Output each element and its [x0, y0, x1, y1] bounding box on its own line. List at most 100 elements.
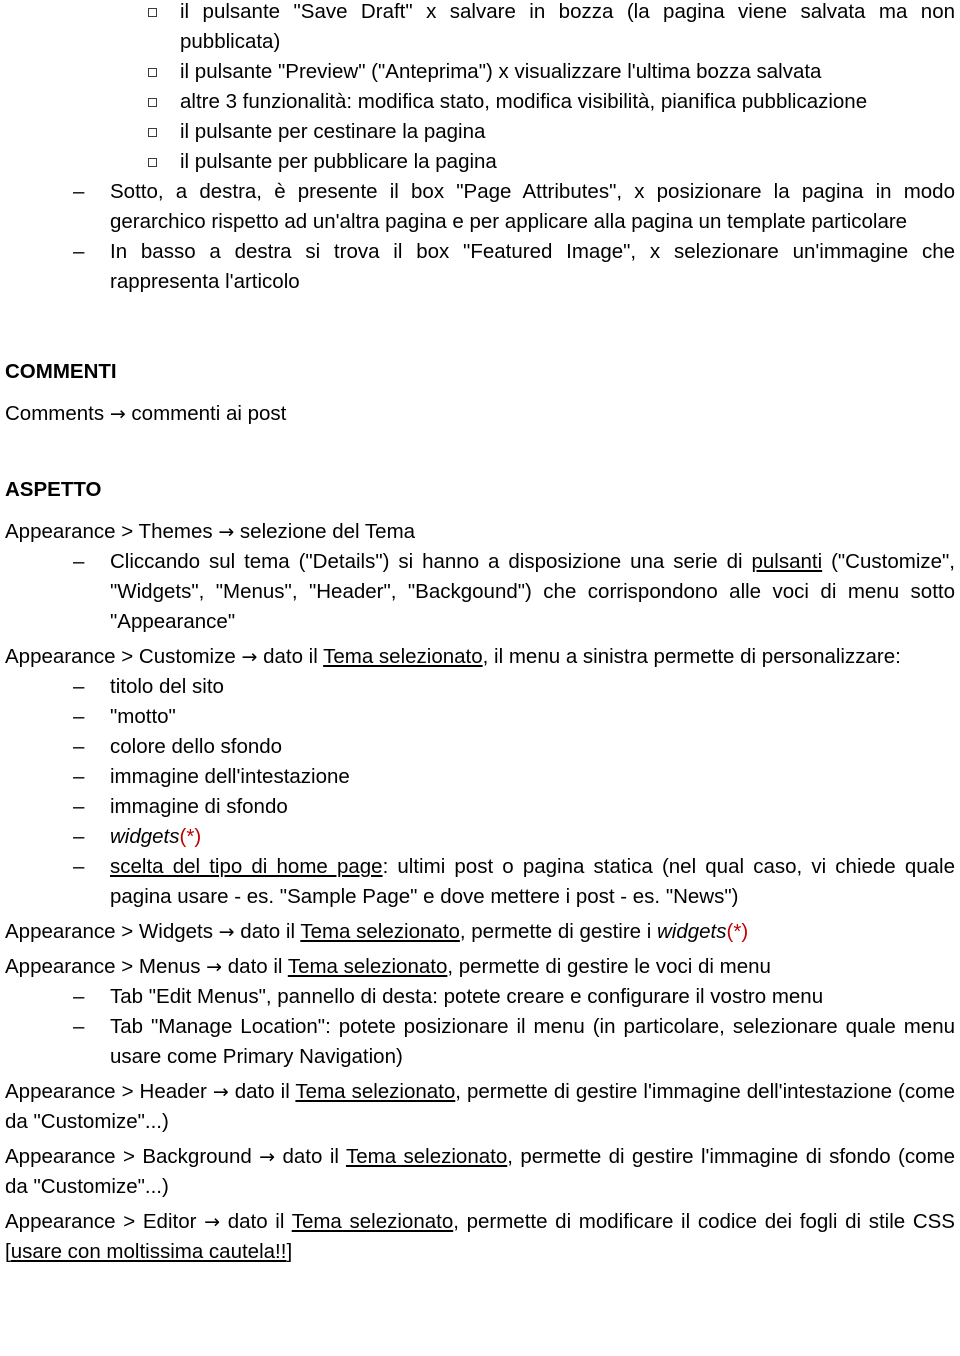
menus-before: Appearance > Menus	[5, 955, 207, 978]
customize-after: , il menu a sinistra permette di persona…	[482, 645, 901, 668]
customize-mid: dato il	[257, 645, 324, 668]
list-item-text: In basso a destra si trova il box "Featu…	[110, 240, 955, 293]
arrow-icon: →	[241, 646, 258, 668]
editor-mid: dato il	[220, 1210, 292, 1233]
themes-bullet-part1: Cliccando sul tema ("Details") si hanno …	[110, 550, 752, 573]
widgets-underlined: Tema selezionato	[300, 920, 460, 943]
aspetto-widgets-line: Appearance > Widgets → dato il Tema sele…	[5, 917, 955, 947]
homepage-underlined: scelta del tipo di home page	[110, 855, 383, 878]
commenti-after: commenti ai post	[125, 402, 287, 425]
editor-caution-underlined: usare con moltissima cautela!!	[10, 1240, 287, 1263]
customize-underlined: Tema selezionato	[323, 645, 483, 668]
arrow-icon: →	[206, 956, 223, 978]
background-before: Appearance > Background	[5, 1145, 260, 1168]
list-item: il pulsante "Save Draft" x salvare in bo…	[5, 0, 955, 57]
list-item-text: Sotto, a destra, è presente il box "Page…	[110, 180, 955, 233]
background-underlined: Tema selezionato	[345, 1145, 508, 1168]
square-bullet-icon	[148, 88, 164, 118]
commenti-line: Comments → commenti ai post	[5, 399, 955, 429]
arrow-icon: →	[259, 1146, 276, 1168]
list-item: altre 3 funzionalità: modifica stato, mo…	[5, 87, 955, 117]
dash-bullet-icon: –	[73, 765, 85, 788]
dash-bullet-icon: –	[73, 180, 85, 203]
list-item: – colore dello sfondo	[5, 732, 955, 762]
list-item: – immagine di sfondo	[5, 792, 955, 822]
list-item-text: il pulsante "Preview" ("Anteprima") x vi…	[180, 60, 822, 83]
list-item: – Sotto, a destra, è presente il box "Pa…	[5, 177, 955, 237]
list-item: – Cliccando sul tema ("Details") si hanno…	[5, 547, 955, 637]
header-underlined: Tema selezionato	[295, 1080, 456, 1103]
editor-before: Appearance > Editor	[5, 1210, 205, 1233]
list-item-text: titolo del sito	[110, 675, 224, 698]
arrow-icon: →	[218, 521, 235, 543]
list-item-text: colore dello sfondo	[110, 735, 283, 758]
list-item-text: Tab "Manage Location": potete posizionar…	[110, 1015, 955, 1068]
widgets-italic-text: widgets	[110, 825, 180, 848]
dash-bullet-icon: –	[73, 240, 85, 263]
arrow-icon: →	[218, 921, 235, 943]
header-before: Appearance > Header	[5, 1080, 213, 1103]
list-item-text: immagine di sfondo	[110, 795, 288, 818]
list-item: il pulsante per cestinare la pagina	[5, 117, 955, 147]
dash-bullet-icon: –	[73, 1015, 85, 1038]
menus-mid: dato il	[222, 955, 288, 978]
document-body: il pulsante "Save Draft" x salvare in bo…	[5, 0, 955, 1267]
arrow-icon: →	[109, 403, 126, 425]
widgets-italic-text: widgets	[657, 920, 727, 943]
list-item: il pulsante per pubblicare la pagina	[5, 147, 955, 177]
widgets-after: , permette di gestire i	[459, 920, 657, 943]
square-bullet-icon	[148, 118, 164, 148]
editor-underlined: Tema selezionato	[291, 1210, 454, 1233]
dash-bullet-icon: –	[73, 735, 85, 758]
aspetto-header-line: Appearance > Header → dato il Tema selez…	[5, 1077, 955, 1137]
list-item-text: Tab "Edit Menus", pannello di desta: pot…	[110, 985, 824, 1008]
aspetto-background-line: Appearance > Background → dato il Tema s…	[5, 1142, 955, 1202]
customize-before: Appearance > Customize	[5, 645, 242, 668]
list-item-text: il pulsante "Save Draft" x salvare in bo…	[180, 0, 955, 53]
list-item-widgets: – widgets(*)	[5, 822, 955, 852]
widgets-mid: dato il	[234, 920, 301, 943]
square-bullet-icon	[148, 148, 164, 178]
dash-bullet-icon: –	[73, 705, 85, 728]
widgets-before: Appearance > Widgets	[5, 920, 219, 943]
asterisk-marker: (*)	[726, 920, 749, 943]
dash-bullet-icon: –	[73, 675, 85, 698]
aspetto-themes-line: Appearance > Themes → selezione del Tema	[5, 517, 955, 547]
themes-after: selezione del Tema	[234, 520, 416, 543]
aspetto-customize-line: Appearance > Customize → dato il Tema se…	[5, 642, 955, 672]
list-item-text: il pulsante per cestinare la pagina	[180, 120, 486, 143]
list-item-homepage: – scelta del tipo di home page: ultimi po…	[5, 852, 955, 912]
aspetto-editor-line: Appearance > Editor → dato il Tema selez…	[5, 1207, 955, 1267]
themes-before: Appearance > Themes	[5, 520, 219, 543]
commenti-before: Comments	[5, 402, 110, 425]
arrow-icon: →	[212, 1081, 229, 1103]
list-item-text: immagine dell'intestazione	[110, 765, 350, 788]
section-heading-aspetto: ASPETTO	[5, 478, 102, 501]
dash-bullet-icon: –	[73, 550, 85, 573]
background-mid: dato il	[275, 1145, 346, 1168]
header-mid: dato il	[228, 1080, 296, 1103]
menus-underlined: Tema selezionato	[287, 955, 448, 978]
square-bullet-icon	[148, 0, 164, 28]
list-item-text: altre 3 funzionalità: modifica stato, mo…	[180, 90, 868, 113]
list-item: il pulsante "Preview" ("Anteprima") x vi…	[5, 57, 955, 87]
list-item-text: il pulsante per pubblicare la pagina	[180, 150, 497, 173]
editor-tail: ]	[286, 1240, 293, 1263]
asterisk-marker: (*)	[179, 825, 202, 848]
dash-bullet-icon: –	[73, 795, 85, 818]
arrow-icon: →	[204, 1211, 221, 1233]
themes-bullet-underlined: pulsanti	[751, 550, 823, 573]
dash-bullet-icon: –	[73, 985, 85, 1008]
list-item: – "motto"	[5, 702, 955, 732]
aspetto-menus-line: Appearance > Menus → dato il Tema selezi…	[5, 952, 955, 982]
menus-after: , permette di gestire le voci di menu	[447, 955, 771, 978]
list-item: – Tab "Manage Location": potete posizion…	[5, 1012, 955, 1072]
list-item: – Tab "Edit Menus", pannello di desta: p…	[5, 982, 955, 1012]
list-item: – titolo del sito	[5, 672, 955, 702]
list-item-text: "motto"	[110, 705, 176, 728]
list-item: – immagine dell'intestazione	[5, 762, 955, 792]
dash-bullet-icon: –	[73, 825, 85, 848]
list-item: – In basso a destra si trova il box "Fea…	[5, 237, 955, 297]
section-heading-commenti: COMMENTI	[5, 360, 117, 383]
dash-bullet-icon: –	[73, 855, 85, 878]
